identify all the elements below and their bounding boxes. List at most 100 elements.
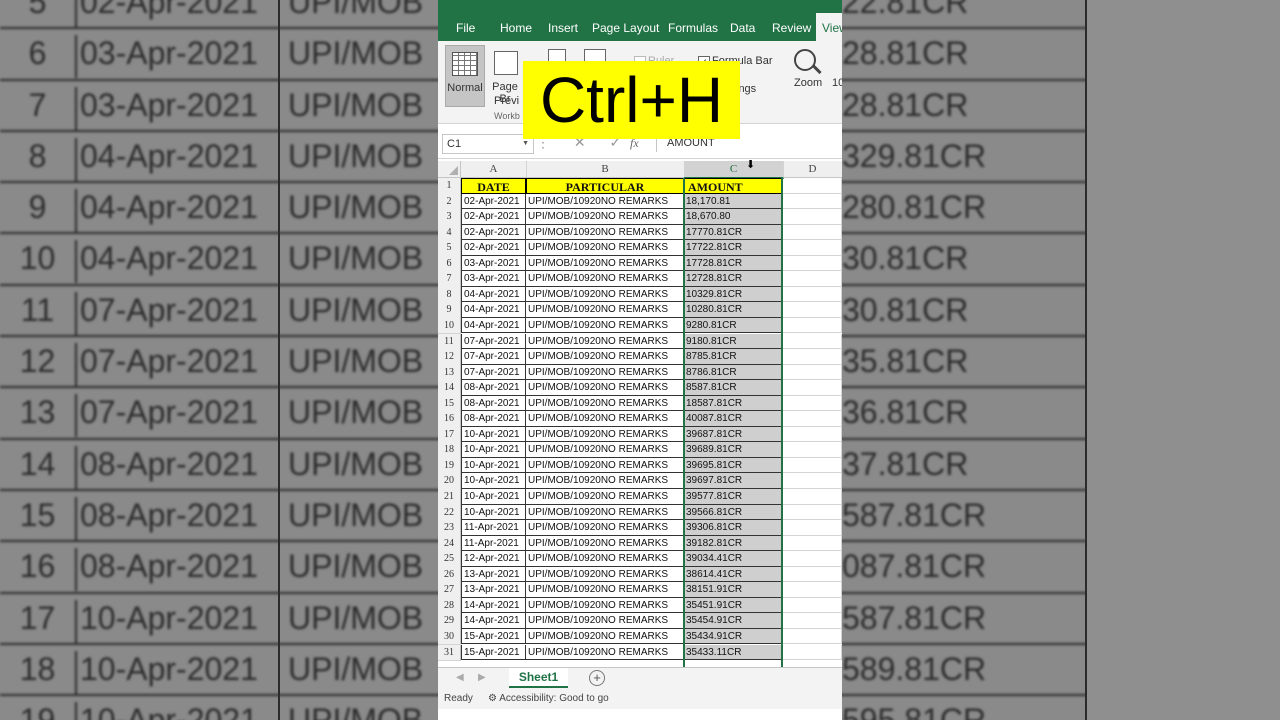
cell-a[interactable]: 10-Apr-2021 bbox=[461, 442, 526, 458]
tab-file[interactable]: File bbox=[456, 13, 475, 41]
cell-c[interactable]: 38151.91CR bbox=[684, 582, 783, 598]
cell-d[interactable] bbox=[783, 349, 842, 365]
cell-d[interactable] bbox=[783, 317, 842, 334]
row-number[interactable]: 31 bbox=[438, 644, 461, 661]
tab-insert[interactable]: Insert bbox=[548, 13, 578, 41]
row-number[interactable]: 13 bbox=[438, 364, 461, 382]
row-number[interactable]: 26 bbox=[438, 566, 461, 584]
cell-c[interactable]: 35454.91CR bbox=[684, 613, 783, 629]
cell-a[interactable]: 14-Apr-2021 bbox=[461, 597, 526, 614]
row-number[interactable]: 29 bbox=[438, 613, 461, 630]
cell-b[interactable]: UPI/MOB/10920NO REMARKS bbox=[526, 442, 684, 458]
cell-b[interactable]: UPI/MOB/10920NO REMARKS bbox=[526, 317, 684, 334]
cell-c[interactable]: 35433.11CR bbox=[684, 644, 783, 660]
cell[interactable] bbox=[783, 178, 842, 194]
cell-a[interactable]: 08-Apr-2021 bbox=[461, 411, 526, 427]
cell-b[interactable]: UPI/MOB/10920NO REMARKS bbox=[526, 411, 684, 427]
cell-d[interactable] bbox=[783, 535, 842, 552]
cell-b[interactable]: UPI/MOB/10920NO REMARKS bbox=[526, 473, 684, 489]
cell-a[interactable]: 02-Apr-2021 bbox=[461, 224, 526, 241]
cell-a[interactable]: 10-Apr-2021 bbox=[461, 457, 526, 474]
cell-c[interactable]: 10280.81CR bbox=[684, 302, 783, 318]
cell-d[interactable] bbox=[783, 504, 842, 521]
normal-view-button[interactable]: Normal bbox=[445, 45, 485, 107]
row-number[interactable]: 17 bbox=[438, 426, 461, 444]
tab-page-layout[interactable]: Page Layout bbox=[592, 13, 659, 41]
cell-a[interactable]: 04-Apr-2021 bbox=[461, 317, 526, 334]
header-cell-c[interactable]: AMOUNT bbox=[684, 178, 783, 194]
sheet-tab-sheet1[interactable]: Sheet1 bbox=[509, 668, 568, 688]
cell-a[interactable]: 14-Apr-2021 bbox=[461, 613, 526, 629]
cell-c[interactable]: 17770.81CR bbox=[684, 224, 783, 241]
row-number[interactable]: 5 bbox=[438, 240, 461, 257]
cell-a[interactable]: 04-Apr-2021 bbox=[461, 302, 526, 318]
cell-c[interactable]: 9280.81CR bbox=[684, 317, 783, 334]
cell-d[interactable] bbox=[783, 473, 842, 489]
cell-a[interactable]: 07-Apr-2021 bbox=[461, 349, 526, 365]
cell-d[interactable] bbox=[783, 271, 842, 287]
tab-view[interactable]: View bbox=[816, 13, 842, 41]
row-number[interactable]: 10 bbox=[438, 317, 461, 335]
next-sheet-icon[interactable]: ▶ bbox=[478, 672, 486, 683]
cell-c[interactable]: 9180.81CR bbox=[684, 333, 783, 349]
header-cell-a[interactable]: DATE bbox=[461, 178, 526, 194]
cell-d[interactable] bbox=[783, 489, 842, 505]
cell-c[interactable]: 8785.81CR bbox=[684, 349, 783, 365]
cell-a[interactable]: 04-Apr-2021 bbox=[461, 286, 526, 303]
cell-d[interactable] bbox=[783, 286, 842, 303]
row-number[interactable]: 25 bbox=[438, 551, 461, 568]
cell-c[interactable]: 8786.81CR bbox=[684, 364, 783, 381]
cell-b[interactable]: UPI/MOB/10920NO REMARKS bbox=[526, 504, 684, 521]
row-number[interactable]: 3 bbox=[438, 209, 461, 226]
cell-c[interactable]: 39577.81CR bbox=[684, 489, 783, 505]
prev-sheet-icon[interactable]: ◀ bbox=[456, 672, 464, 683]
cell-c[interactable]: 18,170.81 bbox=[684, 193, 783, 210]
cell-b[interactable]: UPI/MOB/10920NO REMARKS bbox=[526, 426, 684, 443]
row-number[interactable]: 22 bbox=[438, 504, 461, 522]
cell-d[interactable] bbox=[783, 380, 842, 396]
cell-d[interactable] bbox=[783, 364, 842, 381]
cell-c[interactable]: 39697.81CR bbox=[684, 473, 783, 489]
cell-a[interactable]: 07-Apr-2021 bbox=[461, 333, 526, 349]
cell-b[interactable]: UPI/MOB/10920NO REMARKS bbox=[526, 551, 684, 567]
cell-a[interactable]: 13-Apr-2021 bbox=[461, 566, 526, 583]
cell-d[interactable] bbox=[783, 457, 842, 474]
cell-b[interactable]: UPI/MOB/10920NO REMARKS bbox=[526, 535, 684, 552]
cell-b[interactable]: UPI/MOB/10920NO REMARKS bbox=[526, 333, 684, 349]
zoom-100-label[interactable]: 10 bbox=[832, 77, 842, 89]
cell-b[interactable]: UPI/MOB/10920NO REMARKS bbox=[526, 209, 684, 225]
cell-c[interactable]: 39687.81CR bbox=[684, 426, 783, 443]
cell-d[interactable] bbox=[783, 582, 842, 598]
cell-b[interactable]: UPI/MOB/10920NO REMARKS bbox=[526, 380, 684, 396]
cell-b[interactable]: UPI/MOB/10920NO REMARKS bbox=[526, 597, 684, 614]
add-sheet-icon[interactable]: + bbox=[589, 670, 605, 686]
cell-d[interactable] bbox=[783, 240, 842, 256]
cell-c[interactable]: 39695.81CR bbox=[684, 457, 783, 474]
cell-b[interactable]: UPI/MOB/10920NO REMARKS bbox=[526, 286, 684, 303]
cell-a[interactable]: 02-Apr-2021 bbox=[461, 193, 526, 210]
cell-c[interactable]: 35434.91CR bbox=[684, 628, 783, 645]
cell-c[interactable]: 39566.81CR bbox=[684, 504, 783, 521]
cell-d[interactable] bbox=[783, 224, 842, 241]
cell-c[interactable]: 10329.81CR bbox=[684, 286, 783, 303]
row-number[interactable]: 27 bbox=[438, 582, 461, 599]
cell-d[interactable] bbox=[783, 302, 842, 318]
row-number[interactable]: 15 bbox=[438, 395, 461, 413]
cell-a[interactable]: 03-Apr-2021 bbox=[461, 271, 526, 287]
cell-c[interactable]: 18587.81CR bbox=[684, 395, 783, 412]
cell-b[interactable]: UPI/MOB/10920NO REMARKS bbox=[526, 271, 684, 287]
cell-c[interactable]: 39182.81CR bbox=[684, 535, 783, 552]
row-number[interactable]: 6 bbox=[438, 255, 461, 273]
cell-c[interactable]: 8587.81CR bbox=[684, 380, 783, 396]
cell-d[interactable] bbox=[783, 566, 842, 583]
cell-d[interactable] bbox=[783, 426, 842, 443]
cell-a[interactable]: 02-Apr-2021 bbox=[461, 209, 526, 225]
row-number[interactable]: 30 bbox=[438, 628, 461, 646]
row-number[interactable]: 7 bbox=[438, 271, 461, 288]
cell-c[interactable]: 39306.81CR bbox=[684, 520, 783, 536]
cell-a[interactable]: 10-Apr-2021 bbox=[461, 489, 526, 505]
cell-b[interactable]: UPI/MOB/10920NO REMARKS bbox=[526, 489, 684, 505]
cell-a[interactable]: 15-Apr-2021 bbox=[461, 628, 526, 645]
row-number[interactable]: 24 bbox=[438, 535, 461, 553]
cell-b[interactable]: UPI/MOB/10920NO REMARKS bbox=[526, 613, 684, 629]
